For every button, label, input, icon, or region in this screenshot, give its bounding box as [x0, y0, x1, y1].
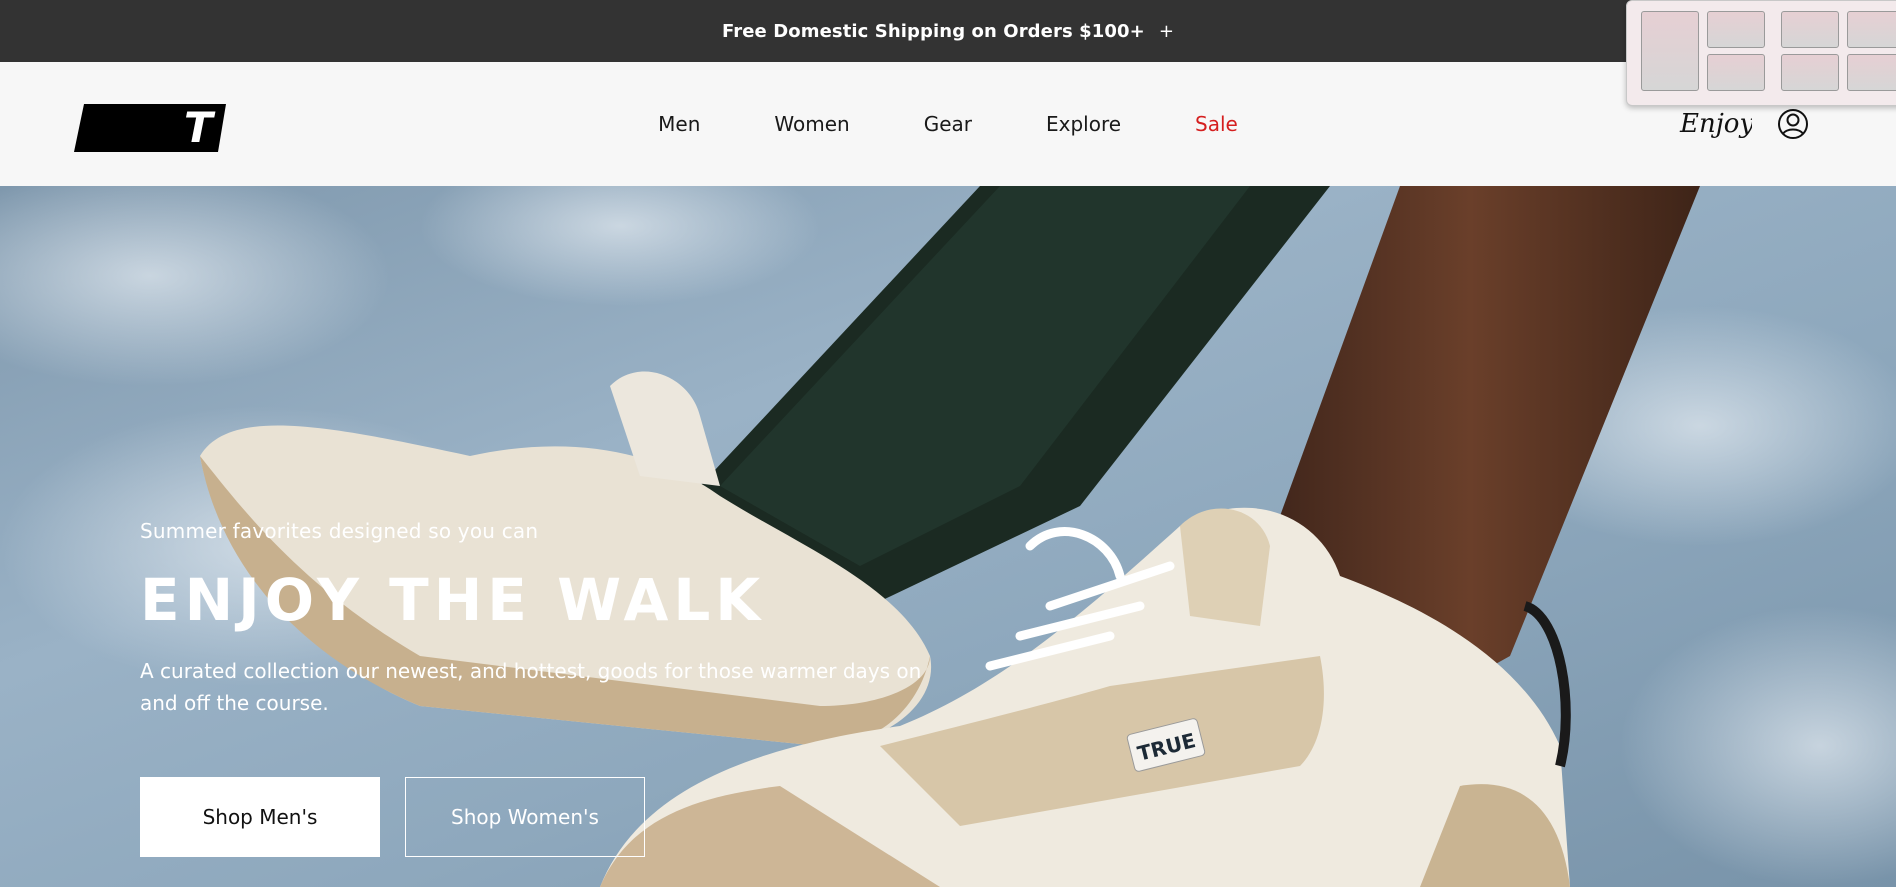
main-nav: Men Women Gear Explore Sale — [0, 62, 1896, 186]
nav-sale[interactable]: Sale — [1195, 112, 1238, 136]
hero-copy: Summer favorites designed so you can ENJ… — [140, 519, 960, 719]
site-header: T Men Women Gear Explore Sale Enjoy — [0, 62, 1896, 186]
brand-logo-letter: T — [184, 104, 216, 152]
announcement-text: Free Domestic Shipping on Orders $100+ — [722, 20, 1145, 42]
preview-tile[interactable] — [1641, 11, 1699, 91]
brand-logo[interactable]: T — [74, 104, 226, 152]
shop-womens-button[interactable]: Shop Women's — [405, 777, 645, 857]
preview-tile[interactable] — [1781, 11, 1839, 48]
preview-tile[interactable] — [1707, 11, 1765, 48]
preview-tile[interactable] — [1707, 54, 1765, 91]
menu-preview-panel[interactable] — [1626, 0, 1896, 106]
announcement-bar: Free Domestic Shipping on Orders $100+ + — [0, 0, 1896, 62]
hero-eyebrow: Summer favorites designed so you can — [140, 519, 539, 543]
expand-announcement-button[interactable]: + — [1159, 21, 1174, 42]
hero-headline: ENJOY THE WALK — [140, 566, 766, 634]
hero-buttons: Shop Men's Shop Women's — [140, 777, 645, 857]
nav-men[interactable]: Men — [658, 112, 700, 136]
preview-tile[interactable] — [1847, 54, 1896, 91]
nav-explore[interactable]: Explore — [1046, 112, 1121, 136]
preview-tile[interactable] — [1847, 11, 1896, 48]
hero-banner: TRUE Summer favorites designed so you ca… — [0, 186, 1896, 887]
enjoy-blog-logo[interactable]: Enjoy — [1676, 102, 1752, 146]
shop-mens-button[interactable]: Shop Men's — [140, 777, 380, 857]
hero-body: A curated collection our newest, and hot… — [140, 658, 922, 715]
preview-tile[interactable] — [1781, 54, 1839, 91]
nav-women[interactable]: Women — [774, 112, 849, 136]
account-icon[interactable] — [1777, 108, 1809, 140]
nav-gear[interactable]: Gear — [924, 112, 972, 136]
svg-text:Enjoy: Enjoy — [1679, 109, 1752, 139]
